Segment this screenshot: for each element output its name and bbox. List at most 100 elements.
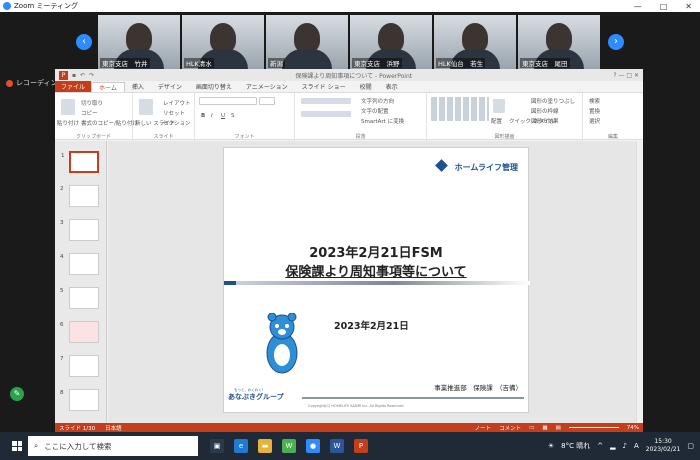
find-button[interactable]: 検索 (589, 97, 600, 105)
participant-tile[interactable]: HLK清水 (182, 15, 264, 69)
edge-icon[interactable]: e (234, 439, 248, 453)
weather-icon[interactable]: ☀ (548, 442, 554, 450)
cut-button[interactable]: 切り取り (81, 99, 103, 107)
font-name-select[interactable] (199, 97, 257, 105)
shape-fill-button[interactable]: 図形の塗りつぶし (531, 97, 575, 105)
word-icon[interactable]: W (330, 439, 344, 453)
text-direction-button[interactable]: 文字列の方向 (361, 97, 394, 105)
save-icon[interactable]: ▪ (72, 72, 76, 79)
bullets-icon[interactable] (301, 98, 351, 104)
group-label: スライド (153, 134, 174, 140)
shadow-button[interactable]: S (231, 113, 235, 119)
slide-thumbnail[interactable]: 8 (60, 389, 99, 411)
paste-icon[interactable] (61, 99, 75, 115)
slide-copyright: Copyright(C) HOMELIFE KANRI Inc. All Rig… (308, 404, 404, 408)
language-indicator[interactable]: 日本語 (105, 424, 122, 432)
powerpoint-taskbar-icon[interactable]: P (354, 439, 368, 453)
slide-thumbnail[interactable]: 3 (60, 219, 99, 241)
replace-button[interactable]: 置換 (589, 107, 600, 115)
participant-tile[interactable]: 東京支店 竹井 (98, 15, 180, 69)
shape-effects-button[interactable]: 図形の効果 (531, 117, 559, 125)
tab-file[interactable]: ファイル (55, 81, 92, 92)
slide-thumbnail[interactable]: 7 (60, 355, 99, 377)
brand-name: ホームライフ管理 (454, 163, 518, 172)
reset-button[interactable]: リセット (163, 109, 185, 117)
tab-design[interactable]: デザイン (151, 82, 189, 91)
tab-review[interactable]: 校閲 (353, 82, 379, 91)
format-painter-button[interactable]: 書式のコピー/貼り付け (81, 119, 138, 127)
tab-slideshow[interactable]: スライド ショー (295, 82, 353, 91)
ribbon-tabs: ファイル ホーム 挿入 デザイン 画面切り替え アニメーション スライド ショー… (55, 81, 643, 92)
slide-thumbnail[interactable]: 2 (60, 185, 99, 207)
arrange-button[interactable]: 配置 (491, 117, 502, 125)
underline-button[interactable]: U (221, 113, 225, 119)
footer-rule (302, 397, 524, 399)
network-icon[interactable]: ▂ (610, 442, 615, 450)
green-app-icon[interactable]: W (282, 439, 296, 453)
redo-icon[interactable]: ↷ (89, 72, 94, 79)
tab-transitions[interactable]: 画面切り替え (189, 82, 239, 91)
annotate-pencil-icon[interactable]: ✎ (10, 387, 24, 401)
zoom-logo-icon (3, 2, 11, 10)
font-size-select[interactable] (259, 97, 275, 105)
arrange-icon[interactable] (493, 99, 505, 113)
select-button[interactable]: 選択 (589, 117, 600, 125)
layout-button[interactable]: レイアウト (163, 99, 191, 107)
tab-insert[interactable]: 挿入 (125, 82, 151, 91)
italic-button[interactable]: I (211, 113, 213, 119)
slide-thumbnail[interactable]: 5 (60, 287, 99, 309)
ppt-status-bar: スライド 1/30 日本語 ノート コメント ▭ ▦ ▤ 74% (55, 423, 643, 432)
ribbon-group-clipboard: 貼り付け 切り取り コピー 書式のコピー/貼り付け クリップボード (55, 93, 138, 141)
shapes-gallery[interactable] (431, 97, 489, 121)
editor-scrollbar[interactable] (636, 141, 643, 423)
slide-thumbnail[interactable]: 6 (60, 321, 99, 343)
current-slide[interactable]: ホームライフ管理 2023年2月21日FSM 保険課より周知事項等について 20… (223, 147, 530, 413)
notification-icon[interactable]: ▢ (687, 442, 694, 450)
gallery-prev-button[interactable]: ‹ (76, 34, 92, 50)
copy-button[interactable]: コピー (81, 109, 98, 117)
alignment-icon[interactable] (301, 111, 351, 117)
file-explorer-icon[interactable]: ▬ (258, 439, 272, 453)
undo-icon[interactable]: ↶ (80, 72, 85, 79)
group-label: 図形描画 (494, 134, 515, 140)
gallery-next-button[interactable]: › (608, 34, 624, 50)
participant-tile[interactable]: 東京支店 尾田 (518, 15, 600, 69)
participant-tile[interactable]: 東京支店 浜野 (350, 15, 432, 69)
zoom-taskbar-icon[interactable]: ● (306, 439, 320, 453)
slide-thumbnail[interactable]: 4 (60, 253, 99, 275)
section-button[interactable]: セクション (163, 119, 191, 127)
ppt-window-controls[interactable]: ? — □ ✕ (613, 72, 643, 79)
new-slide-icon[interactable] (139, 99, 153, 115)
participant-tile[interactable]: 新潟 (266, 15, 348, 69)
taskbar-clock[interactable]: 15:30 2023/02/21 (646, 438, 681, 454)
group-label: 編集 (607, 134, 618, 140)
weather-text[interactable]: 8°C 晴れ (561, 441, 590, 451)
reading-view-icon[interactable]: ▤ (556, 425, 561, 431)
close-icon[interactable]: ✕ (685, 2, 692, 11)
comments-button[interactable]: コメント (499, 424, 521, 432)
group-label: クリップボード (75, 134, 111, 140)
tab-animations[interactable]: アニメーション (239, 82, 295, 91)
sorter-view-icon[interactable]: ▦ (542, 425, 547, 431)
maximize-icon[interactable]: □ (660, 2, 668, 11)
notes-button[interactable]: ノート (475, 424, 492, 432)
smartart-button[interactable]: SmartArt に変換 (361, 117, 404, 125)
windows-start-icon[interactable] (12, 441, 22, 451)
zoom-slider[interactable] (568, 427, 619, 428)
align-text-button[interactable]: 文字の配置 (361, 107, 389, 115)
taskbar-search[interactable]: ⌕ ここに入力して検索 (28, 436, 198, 456)
tab-home[interactable]: ホーム (91, 81, 125, 92)
tab-view[interactable]: 表示 (379, 82, 405, 91)
minimize-icon[interactable]: — (634, 2, 642, 11)
paste-button[interactable]: 貼り付け (57, 119, 79, 127)
normal-view-icon[interactable]: ▭ (529, 425, 534, 431)
participant-tile[interactable]: HLK仙台 若生 (434, 15, 516, 69)
zoom-level[interactable]: 74% (627, 425, 639, 431)
task-view-icon[interactable]: ▣ (210, 439, 224, 453)
tray-chevron-icon[interactable]: ^ (597, 442, 603, 450)
slide-thumbnail[interactable]: 1 (61, 151, 99, 173)
bold-button[interactable]: B (201, 113, 205, 119)
ime-indicator[interactable]: A (634, 442, 639, 450)
volume-icon[interactable]: ♪ (623, 442, 627, 450)
shape-outline-button[interactable]: 図形の枠線 (531, 107, 559, 115)
